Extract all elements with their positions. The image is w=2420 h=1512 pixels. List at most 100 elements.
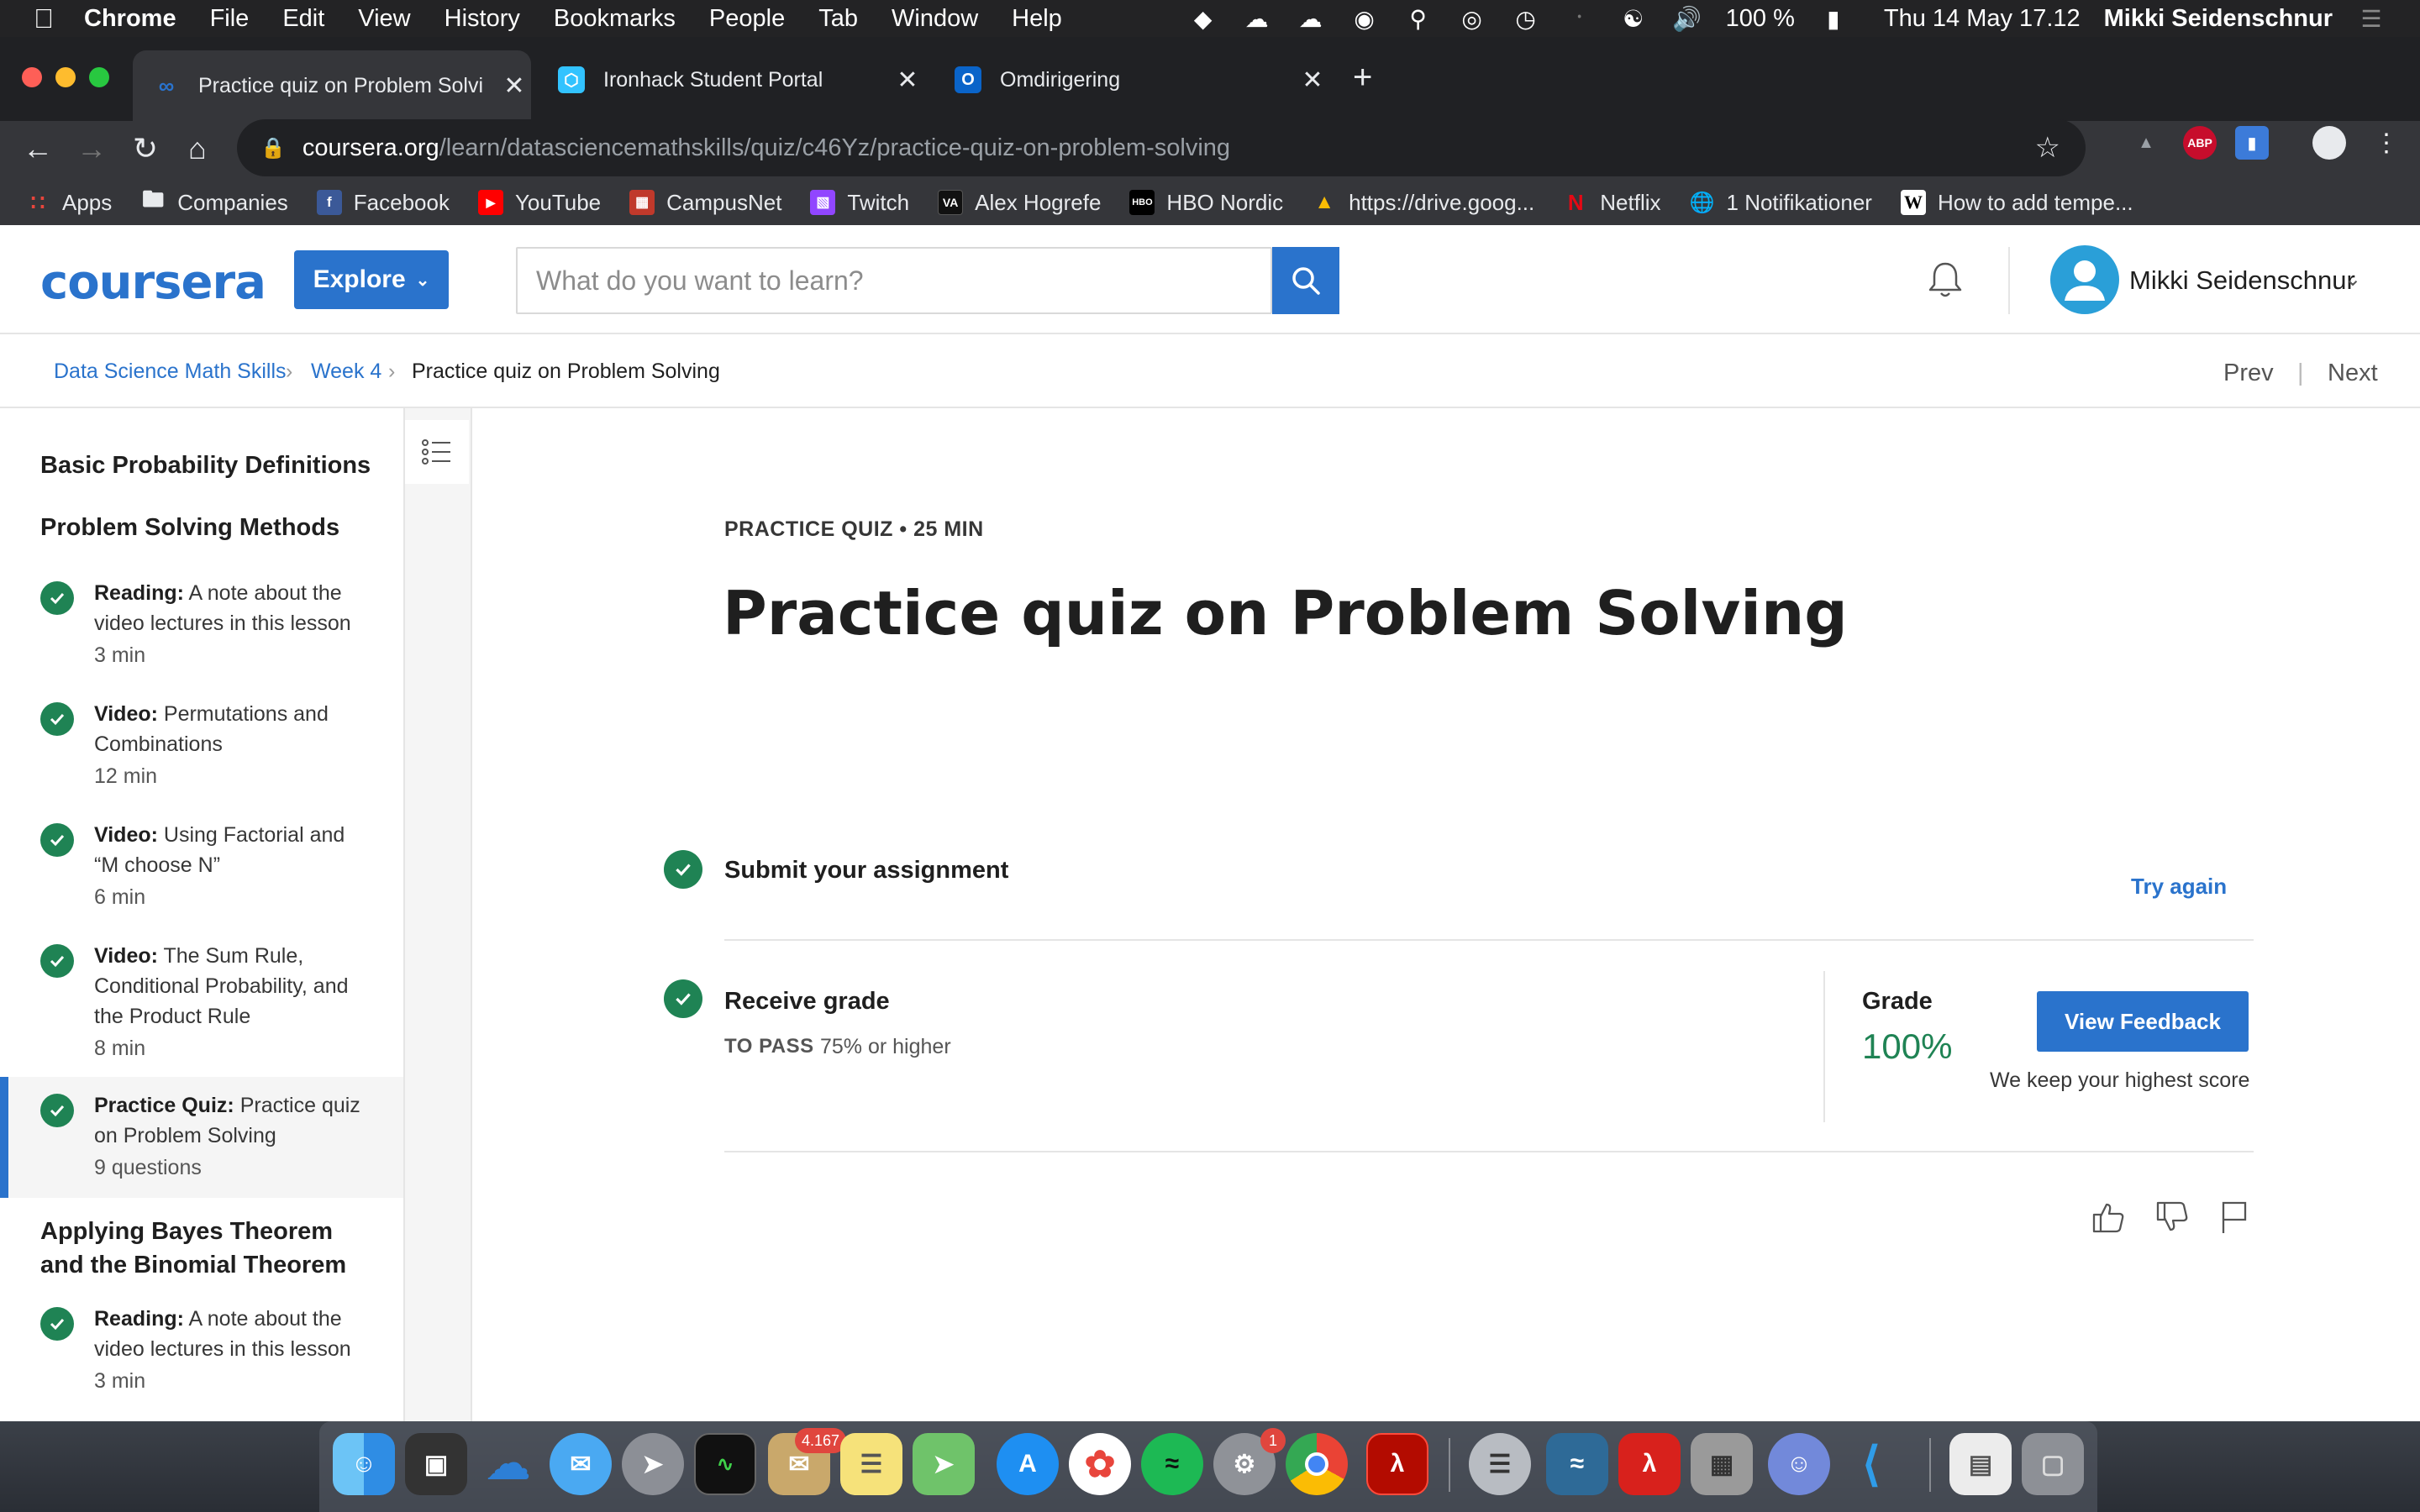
- menu-tab[interactable]: Tab: [818, 5, 858, 33]
- vscode-icon[interactable]: ⟨: [1840, 1433, 1902, 1495]
- menu-edit[interactable]: Edit: [282, 5, 324, 33]
- window-zoom-button[interactable]: [89, 67, 109, 87]
- app-store-icon[interactable]: A: [997, 1433, 1059, 1495]
- acrobat-icon[interactable]: λ: [1366, 1433, 1428, 1495]
- prev-link[interactable]: Prev: [2223, 360, 2274, 387]
- section-title[interactable]: Applying Bayes Theorem and the Binomial …: [40, 1215, 376, 1282]
- chevron-down-icon[interactable]: ⌄: [2344, 267, 2361, 291]
- coursera-logo[interactable]: coursera: [40, 255, 266, 310]
- home-icon[interactable]: ⌂: [176, 128, 218, 170]
- trash-icon[interactable]: ▢: [2022, 1433, 2084, 1495]
- icloud-icon[interactable]: ☁: [1242, 6, 1272, 32]
- messages-icon[interactable]: ✉: [550, 1433, 612, 1495]
- battery-icon[interactable]: ▮: [1818, 6, 1849, 32]
- forward-arrow-icon[interactable]: →: [71, 128, 113, 170]
- siri-icon[interactable]: ◎: [1457, 6, 1487, 32]
- sidebar-item-practice-quiz[interactable]: Practice Quiz: Practice quiz on Problem …: [0, 1077, 403, 1198]
- bookmark-companies[interactable]: 🖿 Companies: [140, 186, 288, 216]
- tab-coursera[interactable]: ∞ Practice quiz on Problem Solvi ✕: [133, 50, 531, 121]
- bookmark-twitch[interactable]: ▧ Twitch: [810, 190, 909, 216]
- wifi-icon[interactable]: ☯: [1618, 6, 1649, 32]
- menu-help[interactable]: Help: [1012, 5, 1062, 33]
- address-bar[interactable]: 🔒 coursera.org/learn/datasciencemathskil…: [237, 119, 2086, 176]
- mysql-workbench-icon[interactable]: ≈: [1546, 1433, 1608, 1495]
- menubar-datetime[interactable]: Thu 14 May 17.12: [1884, 5, 2081, 33]
- profile-avatar-icon[interactable]: [2312, 126, 2346, 160]
- search-button[interactable]: [1272, 247, 1339, 314]
- breadcrumb-week[interactable]: Week 4: [311, 360, 381, 384]
- bookmark-wikipedia[interactable]: W How to add tempe...: [1900, 190, 2133, 216]
- menu-app-name[interactable]: Chrome: [84, 5, 176, 33]
- sidebar-item-reading[interactable]: Reading: A note about the video lectures…: [0, 561, 403, 679]
- tab-ironhack[interactable]: ⬡ Ironhack Student Portal ✕: [538, 50, 924, 109]
- bookmark-notifications[interactable]: 🌐 1 Notifikationer: [1690, 190, 1872, 216]
- calculator-icon[interactable]: ▦: [1691, 1433, 1753, 1495]
- breadcrumb-course[interactable]: Data Science Math Skills: [54, 360, 287, 384]
- volume-icon[interactable]: 🔊: [1672, 6, 1702, 32]
- window-minimize-button[interactable]: [55, 67, 76, 87]
- user-avatar[interactable]: [2050, 245, 2119, 314]
- documents-folder-icon[interactable]: ▤: [1949, 1433, 2012, 1495]
- tab-close-icon[interactable]: ✕: [497, 71, 531, 101]
- sidebar-item-video[interactable]: Video: The Sum Rule, Conditional Probabi…: [0, 924, 403, 1074]
- bookmark-netflix[interactable]: N Netflix: [1563, 190, 1661, 216]
- maps-icon[interactable]: ➤: [913, 1433, 975, 1495]
- menu-history[interactable]: History: [445, 5, 520, 33]
- new-tab-button[interactable]: +: [1353, 59, 1372, 97]
- apple-menu-icon[interactable]: : [34, 3, 54, 34]
- bookmark-alex-hogrefe[interactable]: VA Alex Hogrefe: [938, 190, 1101, 216]
- section-title[interactable]: Basic Probability Definitions: [40, 449, 376, 482]
- sidebar-item-video[interactable]: Video: Using Factorial and “M choose N” …: [0, 803, 403, 921]
- google-drive-extension-icon[interactable]: ▲: [2129, 126, 2163, 160]
- image-capture-icon[interactable]: ▣: [405, 1433, 467, 1495]
- discord-icon[interactable]: ☺: [1768, 1433, 1830, 1495]
- section-title[interactable]: Problem Solving Methods: [40, 511, 376, 544]
- dropbox-icon[interactable]: ◆: [1188, 6, 1218, 32]
- menubar-user[interactable]: Mikki Seidenschnur: [2104, 5, 2333, 33]
- onedrive-icon[interactable]: ☁: [477, 1433, 539, 1495]
- disk-utility-icon[interactable]: ☰: [1469, 1433, 1531, 1495]
- steam-icon[interactable]: ◉: [1349, 6, 1380, 32]
- notes-icon[interactable]: ☰: [840, 1433, 902, 1495]
- try-again-link[interactable]: Try again: [2131, 874, 2227, 900]
- bookmark-star-icon[interactable]: ☆: [2035, 131, 2060, 165]
- adblock-plus-icon[interactable]: ABP: [2183, 126, 2217, 160]
- explore-button[interactable]: Explore ⌄: [294, 250, 449, 309]
- header-user-name[interactable]: Mikki Seidenschnur: [2129, 265, 2355, 296]
- menu-view[interactable]: View: [358, 5, 410, 33]
- bookmark-campusnet[interactable]: ▦ CampusNet: [629, 190, 781, 216]
- sidebar-item-video[interactable]: Video: Permutations and Combinations 12 …: [0, 682, 403, 800]
- reader-extension-icon[interactable]: ▮: [2235, 126, 2269, 160]
- menu-bookmarks[interactable]: Bookmarks: [554, 5, 676, 33]
- notification-center-icon[interactable]: ☰: [2356, 6, 2386, 32]
- activity-monitor-icon[interactable]: ∿: [694, 1433, 756, 1495]
- chrome-menu-icon[interactable]: ⋮: [2370, 126, 2403, 160]
- notification-bell-icon[interactable]: [1924, 259, 1966, 301]
- menu-window[interactable]: Window: [892, 5, 978, 33]
- search-input[interactable]: What do you want to learn?: [516, 247, 1272, 314]
- finder-icon[interactable]: ☺: [333, 1433, 395, 1495]
- view-feedback-button[interactable]: View Feedback: [2037, 991, 2249, 1052]
- bookmark-facebook[interactable]: f Facebook: [316, 190, 450, 216]
- tab-close-icon[interactable]: ✕: [891, 66, 924, 95]
- chrome-icon[interactable]: [1286, 1433, 1348, 1495]
- sidebar-item-reading[interactable]: Reading: A note about the video lectures…: [0, 1287, 403, 1404]
- reload-icon[interactable]: ↻: [124, 128, 166, 170]
- tab-close-icon[interactable]: ✕: [1296, 66, 1329, 95]
- bookmark-hbo-nordic[interactable]: HBO HBO Nordic: [1129, 190, 1283, 216]
- acrobat-reader-icon[interactable]: λ: [1618, 1433, 1681, 1495]
- spotlight-icon[interactable]: ⚲: [1403, 6, 1434, 32]
- bluetooth-icon[interactable]: ᛫: [1565, 5, 1595, 31]
- bookmark-google-drive[interactable]: ▲ https://drive.goog...: [1312, 190, 1534, 216]
- menu-people[interactable]: People: [709, 5, 785, 33]
- tab-outlook[interactable]: O Omdirigering ✕: [934, 50, 1329, 109]
- bookmark-apps[interactable]: ∷ Apps: [25, 190, 113, 216]
- next-link[interactable]: Next: [2328, 360, 2378, 387]
- time-machine-icon[interactable]: ◷: [1511, 6, 1541, 32]
- menu-file[interactable]: File: [210, 5, 250, 33]
- launchpad-icon[interactable]: ➤: [622, 1433, 684, 1495]
- lock-icon[interactable]: 🔒: [260, 136, 286, 160]
- back-arrow-icon[interactable]: ←: [17, 128, 59, 170]
- photos-icon[interactable]: ✿: [1069, 1433, 1131, 1495]
- bookmark-youtube[interactable]: ▶ YouTube: [477, 190, 601, 216]
